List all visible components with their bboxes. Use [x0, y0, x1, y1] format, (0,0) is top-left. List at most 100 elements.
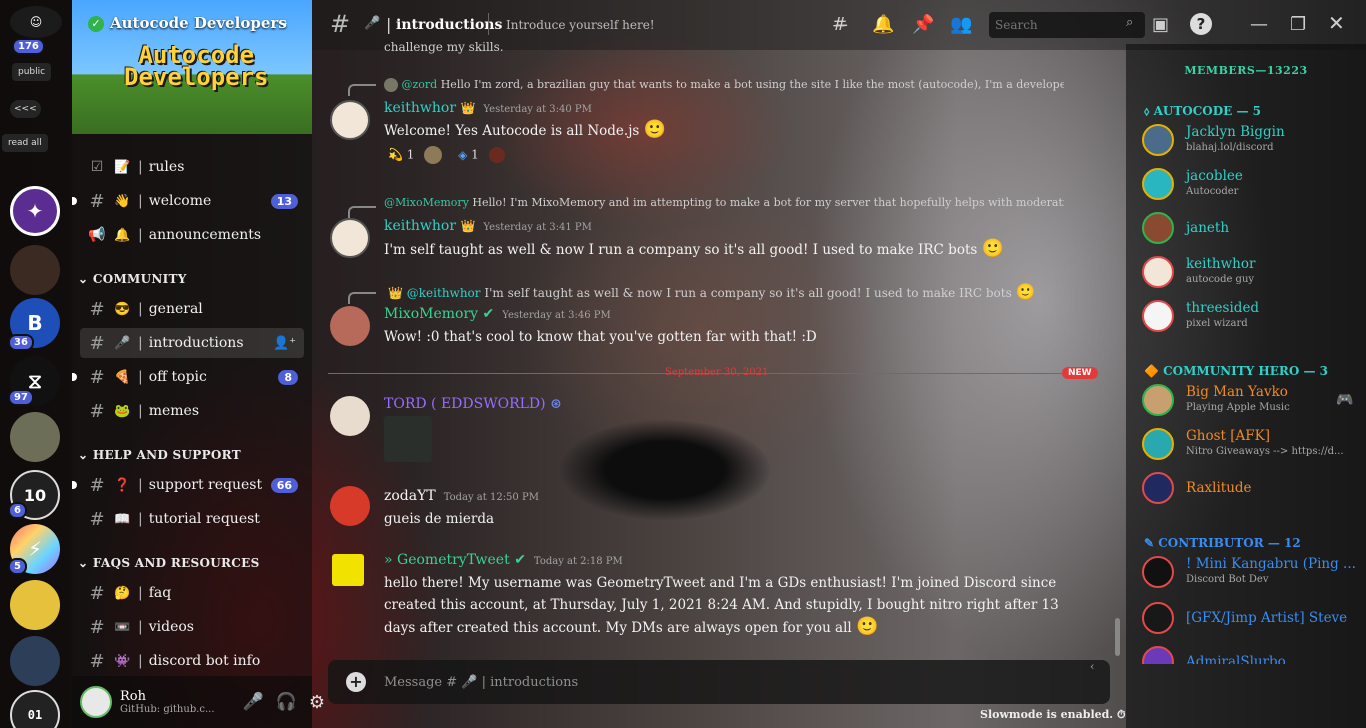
read-all-button[interactable]: read all — [2, 134, 48, 152]
server-icon[interactable] — [10, 412, 60, 462]
hash-icon: # — [89, 332, 105, 354]
member-item[interactable]: threesided pixel wizard — [1142, 296, 1356, 336]
reply-connector — [348, 292, 376, 304]
threads-icon[interactable]: #̶ — [832, 14, 847, 35]
composer-placeholder[interactable]: Message # 🎤 | introductions — [384, 675, 578, 690]
channel-discord-bot-info[interactable]: # 👾 | discord bot info — [80, 646, 304, 676]
channel-introductions[interactable]: # 🎤 | introductions 👤⁺ — [80, 328, 304, 358]
channel-label: discord bot info — [148, 653, 261, 669]
member-item[interactable]: AdmiralSlurbo — [1142, 642, 1356, 664]
deafen-headphones-icon[interactable]: 🎧 — [276, 692, 297, 712]
member-item[interactable]: ! Mini Kangabru (Ping ... Discord Bot De… — [1142, 552, 1356, 592]
channel-videos[interactable]: # 📼 | videos — [80, 612, 304, 642]
message-composer[interactable]: + Message # 🎤 | introductions ‹ — [328, 660, 1110, 704]
member-item[interactable]: janeth — [1142, 208, 1356, 248]
channel-faq[interactable]: # 🤔 | faq — [80, 578, 304, 608]
member-item[interactable]: Big Man Yavko Playing Apple Music 🎮 — [1142, 380, 1356, 420]
add-attachment-icon[interactable]: + — [346, 672, 366, 692]
message-author[interactable]: keithwhor 👑 Yesterday at 3:41 PM — [384, 218, 592, 234]
channel-rules[interactable]: ☑ 📝 | rules — [80, 152, 304, 182]
avatar[interactable] — [330, 486, 370, 526]
member-item[interactable]: [GFX/Jimp Artist] Steve — [1142, 598, 1356, 638]
add-member-icon[interactable]: 👤⁺ — [273, 336, 296, 351]
channel-label: general — [148, 301, 203, 317]
user-panel: Roh GitHub: github.c... 🎤 🎧 ⚙ — [72, 676, 325, 728]
maximize-icon[interactable]: ❐ — [1290, 14, 1306, 35]
channel-support-request[interactable]: # ❓ | support request 66 — [72, 470, 304, 500]
member-list-icon[interactable]: 👥 — [950, 14, 972, 35]
reply-preview[interactable]: 👑 @keithwhor I'm self taught as well & n… — [388, 282, 1068, 301]
server-icon[interactable] — [10, 636, 60, 686]
message-author[interactable]: zodaYT Today at 12:50 PM — [384, 488, 539, 504]
reply-connector — [348, 84, 376, 96]
server-icon[interactable] — [10, 580, 60, 630]
smile-emoji: 🙂 — [643, 119, 667, 140]
unread-indicator — [72, 197, 77, 205]
server-icon[interactable]: 01 — [10, 690, 60, 728]
channel-emoji: 🍕 — [114, 369, 131, 385]
channel-welcome[interactable]: # 👋 | welcome 13 — [72, 186, 304, 216]
reply-preview[interactable]: @zord Hello I'm zord, a brazilian guy th… — [384, 78, 1064, 92]
message-author[interactable]: TORD ( EDDSWORLD) ⊛ — [384, 396, 562, 412]
channel-topic[interactable]: Introduce yourself here! — [506, 18, 655, 32]
hash-icon: # — [89, 474, 105, 496]
server-banner[interactable]: ✓ Autocode Developers ⌄ Autocode Develop… — [72, 0, 312, 134]
message-author[interactable]: MixoMemory ✔ Yesterday at 3:46 PM — [384, 306, 611, 322]
server-mention-badge: 5 — [8, 558, 27, 575]
close-icon[interactable]: ✕ — [1328, 11, 1345, 35]
avatar[interactable] — [330, 218, 370, 258]
category-faqs-and-resources[interactable]: ⌄ FAQS AND RESOURCES — [78, 556, 260, 570]
role-header: ⬨ AUTOCODE — 5 — [1144, 104, 1261, 118]
channel-memes[interactable]: # 🐸 | memes — [80, 396, 304, 426]
hash-icon: # — [89, 400, 105, 422]
channel-emoji: 📝 — [114, 159, 131, 175]
category-help-and-support[interactable]: ⌄ HELP AND SUPPORT — [78, 448, 241, 462]
member-item[interactable]: keithwhor autocode guy — [1142, 252, 1356, 292]
category-community[interactable]: ⌄ COMMUNITY — [78, 272, 187, 286]
image-attachment[interactable] — [384, 416, 432, 462]
collapse-button[interactable]: <<< — [10, 100, 41, 118]
avatar[interactable] — [330, 396, 370, 436]
avatar[interactable] — [330, 306, 370, 346]
reply-preview[interactable]: @MixoMemory Hello! I'm MixoMemory and im… — [384, 196, 1064, 209]
avatar[interactable] — [332, 554, 364, 586]
member-item[interactable]: Ghost [AFK] Nitro Giveaways --> https://… — [1142, 424, 1356, 464]
reply-connector — [348, 206, 376, 218]
scrollbar-thumb[interactable] — [1115, 618, 1120, 656]
avatar[interactable] — [80, 686, 112, 718]
hash-icon: # — [89, 508, 105, 530]
channel-general[interactable]: # 😎 | general — [80, 294, 304, 324]
server-mention-badge: 6 — [8, 502, 27, 519]
help-icon[interactable]: ? — [1190, 13, 1212, 35]
channel-tutorial-request[interactable]: # 📖 | tutorial request — [80, 504, 304, 534]
hash-icon: # — [89, 616, 105, 638]
inbox-icon[interactable]: ▣ — [1152, 14, 1169, 35]
timer-icon: ⏱ — [1116, 708, 1126, 721]
server-mention-badge: 36 — [8, 334, 34, 351]
user-info[interactable]: Roh GitHub: github.c... — [120, 689, 215, 715]
server-icon-autocode[interactable]: ✦ — [10, 186, 60, 236]
avatar[interactable] — [330, 100, 370, 140]
channel-mention-badge: 66 — [270, 477, 298, 493]
channel-emoji: 🔔 — [114, 227, 131, 243]
mute-microphone-icon[interactable]: 🎤 — [243, 692, 264, 712]
reaction-bar[interactable]: 💫 1 ◈ 1 — [388, 146, 505, 164]
channel-off-topic[interactable]: # 🍕 | off topic 8 — [72, 362, 304, 392]
home-button[interactable]: ☺ — [10, 6, 62, 38]
message-author[interactable]: keithwhor 👑 Yesterday at 3:40 PM — [384, 100, 592, 116]
member-item[interactable]: Raxlitude — [1142, 468, 1356, 508]
collapse-icon[interactable]: ‹ — [1090, 660, 1094, 673]
public-filter-button[interactable]: public — [12, 63, 52, 81]
minimize-icon[interactable]: — — [1250, 14, 1268, 35]
smile-emoji: 🙂 — [981, 238, 1005, 259]
search-input[interactable] — [989, 12, 1145, 38]
channel-announcements[interactable]: 📢 🔔 | announcements — [80, 220, 304, 250]
gear-icon[interactable]: ⚙ — [309, 692, 325, 713]
server-icon[interactable] — [10, 245, 60, 295]
member-item[interactable]: jacoblee Autocoder — [1142, 164, 1356, 204]
bell-icon[interactable]: 🔔 — [872, 14, 894, 35]
message-author[interactable]: » GeometryTweet ✔ Today at 2:18 PM — [384, 552, 623, 568]
chevron-down-icon[interactable]: ⌄ — [278, 14, 290, 30]
pin-icon[interactable]: 📌 — [912, 14, 934, 35]
member-item[interactable]: Jacklyn Biggin blahaj.lol/discord — [1142, 120, 1356, 160]
